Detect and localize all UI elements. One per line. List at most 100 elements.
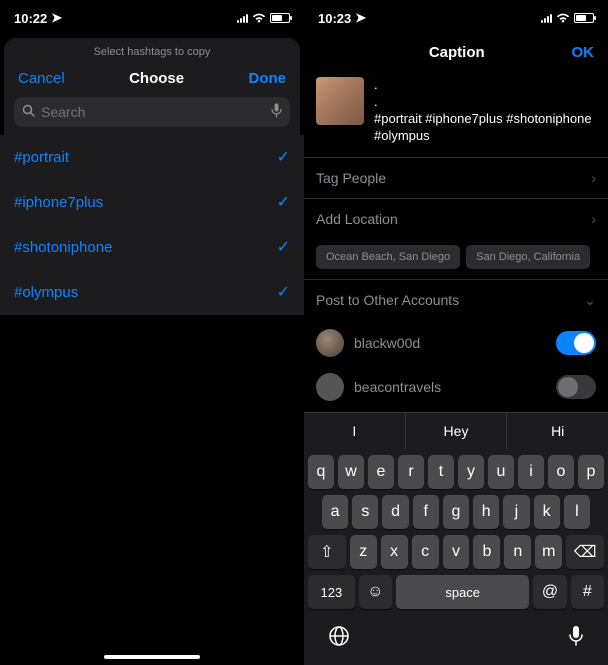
location-chip[interactable]: San Diego, California bbox=[466, 245, 590, 269]
hashtag-item[interactable]: #portrait ✓ bbox=[0, 135, 304, 180]
photo-thumbnail[interactable] bbox=[316, 77, 364, 125]
hashtag-label: #iphone7plus bbox=[14, 194, 103, 211]
hashtag-item[interactable]: #olympus ✓ bbox=[0, 270, 304, 315]
space-key[interactable]: space bbox=[396, 575, 529, 609]
keyboard: I Hey Hi q w e r t y u i o p a s d f g h… bbox=[304, 412, 608, 665]
key-g[interactable]: g bbox=[443, 495, 469, 529]
hashtag-item[interactable]: #iphone7plus ✓ bbox=[0, 180, 304, 225]
key-h[interactable]: h bbox=[473, 495, 499, 529]
choose-title: Choose bbox=[129, 70, 184, 87]
check-icon: ✓ bbox=[277, 192, 290, 212]
phone-right: 10:23 ➤ Caption OK . . #portrait #iphone… bbox=[304, 0, 608, 665]
battery-icon bbox=[574, 13, 594, 23]
account-toggle[interactable] bbox=[556, 375, 596, 399]
key-y[interactable]: y bbox=[458, 455, 484, 489]
key-f[interactable]: f bbox=[413, 495, 439, 529]
location-icon: ➤ bbox=[355, 10, 366, 26]
key-l[interactable]: l bbox=[564, 495, 590, 529]
sheet-prompt: Select hashtags to copy bbox=[4, 38, 300, 64]
signal-icon bbox=[237, 14, 248, 23]
hashtag-label: #shotoniphone bbox=[14, 239, 112, 256]
globe-icon[interactable] bbox=[328, 625, 350, 653]
location-chip[interactable]: Ocean Beach, San Diego bbox=[316, 245, 460, 269]
key-d[interactable]: d bbox=[382, 495, 408, 529]
location-chips: Ocean Beach, San Diego San Diego, Califo… bbox=[304, 239, 608, 279]
avatar bbox=[316, 373, 344, 401]
wifi-icon bbox=[252, 11, 266, 26]
key-j[interactable]: j bbox=[503, 495, 529, 529]
key-a[interactable]: a bbox=[322, 495, 348, 529]
location-icon: ➤ bbox=[51, 10, 62, 26]
key-m[interactable]: m bbox=[535, 535, 562, 569]
key-v[interactable]: v bbox=[443, 535, 470, 569]
battery-icon bbox=[270, 13, 290, 23]
numbers-key[interactable]: 123 bbox=[308, 575, 355, 609]
caption-nav: Caption OK bbox=[304, 32, 608, 71]
account-row: beacontravels bbox=[304, 365, 608, 409]
signal-icon bbox=[541, 14, 552, 23]
key-k[interactable]: k bbox=[534, 495, 560, 529]
search-input[interactable] bbox=[41, 104, 265, 120]
key-t[interactable]: t bbox=[428, 455, 454, 489]
key-r[interactable]: r bbox=[398, 455, 424, 489]
hashtag-label: #portrait bbox=[14, 149, 69, 166]
search-icon bbox=[22, 104, 35, 120]
emoji-key[interactable]: ☺ bbox=[359, 575, 392, 609]
key-q[interactable]: q bbox=[308, 455, 334, 489]
phone-left: 10:22 ➤ Select hashtags to copy Cancel C… bbox=[0, 0, 304, 665]
account-name: beacontravels bbox=[354, 379, 546, 395]
add-location-row[interactable]: Add Location › bbox=[304, 198, 608, 239]
suggestion[interactable]: Hi bbox=[507, 413, 608, 449]
check-icon: ✓ bbox=[277, 237, 290, 257]
cancel-button[interactable]: Cancel bbox=[18, 70, 65, 87]
key-u[interactable]: u bbox=[488, 455, 514, 489]
suggestion[interactable]: I bbox=[304, 413, 406, 449]
search-field[interactable] bbox=[14, 97, 290, 127]
check-icon: ✓ bbox=[277, 282, 290, 302]
key-z[interactable]: z bbox=[350, 535, 377, 569]
hashtag-label: #olympus bbox=[14, 284, 78, 301]
key-w[interactable]: w bbox=[338, 455, 364, 489]
avatar bbox=[316, 329, 344, 357]
caption-row: . . #portrait #iphone7plus #shotoniphone… bbox=[304, 71, 608, 157]
account-row: blackw00d bbox=[304, 321, 608, 365]
caption-text[interactable]: . . #portrait #iphone7plus #shotoniphone… bbox=[374, 77, 596, 145]
key-e[interactable]: e bbox=[368, 455, 394, 489]
chevron-right-icon: › bbox=[591, 170, 596, 186]
post-to-label: Post to Other Accounts bbox=[316, 292, 459, 308]
chevron-down-icon: ⌄ bbox=[584, 292, 596, 309]
hash-key[interactable]: # bbox=[571, 575, 604, 609]
key-i[interactable]: i bbox=[518, 455, 544, 489]
account-name: blackw00d bbox=[354, 335, 546, 351]
key-c[interactable]: c bbox=[412, 535, 439, 569]
at-key[interactable]: @ bbox=[533, 575, 566, 609]
chevron-right-icon: › bbox=[591, 211, 596, 227]
sheet-nav: Cancel Choose Done bbox=[4, 64, 300, 97]
shift-key[interactable]: ⇧ bbox=[308, 535, 346, 569]
home-indicator[interactable] bbox=[104, 655, 200, 659]
status-bar: 10:23 ➤ bbox=[304, 0, 608, 32]
key-n[interactable]: n bbox=[504, 535, 531, 569]
keyboard-suggestions: I Hey Hi bbox=[304, 412, 608, 449]
status-bar: 10:22 ➤ bbox=[0, 0, 304, 32]
tag-people-row[interactable]: Tag People › bbox=[304, 157, 608, 198]
key-o[interactable]: o bbox=[548, 455, 574, 489]
account-toggle[interactable] bbox=[556, 331, 596, 355]
post-to-row[interactable]: Post to Other Accounts ⌄ bbox=[304, 279, 608, 321]
ok-button[interactable]: OK bbox=[571, 44, 594, 61]
done-button[interactable]: Done bbox=[249, 70, 287, 87]
check-icon: ✓ bbox=[277, 147, 290, 167]
key-b[interactable]: b bbox=[473, 535, 500, 569]
wifi-icon bbox=[556, 11, 570, 26]
add-location-label: Add Location bbox=[316, 211, 398, 227]
key-p[interactable]: p bbox=[578, 455, 604, 489]
suggestion[interactable]: Hey bbox=[406, 413, 508, 449]
mic-icon[interactable] bbox=[271, 103, 282, 121]
dictation-icon[interactable] bbox=[568, 625, 584, 653]
key-s[interactable]: s bbox=[352, 495, 378, 529]
status-time: 10:22 bbox=[14, 11, 47, 26]
backspace-key[interactable]: ⌫ bbox=[566, 535, 604, 569]
tag-people-label: Tag People bbox=[316, 170, 386, 186]
hashtag-item[interactable]: #shotoniphone ✓ bbox=[0, 225, 304, 270]
key-x[interactable]: x bbox=[381, 535, 408, 569]
